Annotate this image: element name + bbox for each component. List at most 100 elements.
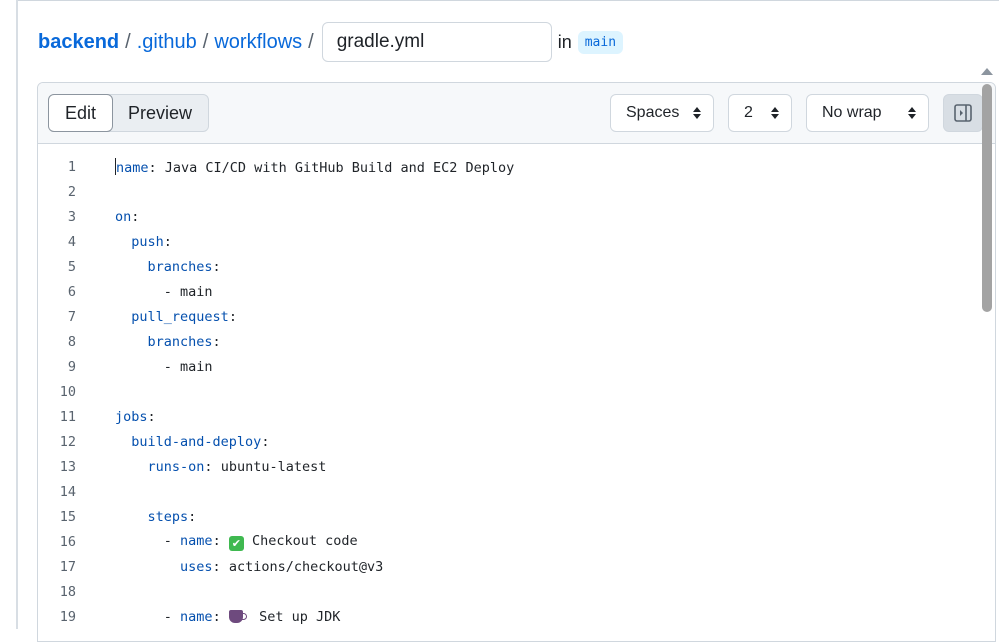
- code-line[interactable]: 14: [38, 479, 968, 504]
- line-number: 5: [67, 258, 76, 275]
- code-line[interactable]: 8 branches:: [38, 329, 968, 354]
- line-number: 17: [59, 558, 76, 575]
- editor-scrollbar[interactable]: [981, 68, 993, 568]
- select-arrows-icon: [693, 107, 701, 119]
- breadcrumb-repo-link[interactable]: backend: [38, 31, 119, 54]
- branch-in-label: in: [557, 31, 572, 52]
- select-arrows-icon: [908, 107, 916, 119]
- yaml-value: - main: [163, 283, 213, 300]
- scrollbar-thumb[interactable]: [982, 84, 992, 312]
- line-number: 12: [59, 433, 76, 450]
- line-number: 4: [67, 233, 76, 250]
- breadcrumb-github-folder-link[interactable]: .github: [137, 31, 197, 54]
- line-number: 18: [59, 583, 76, 600]
- code-text: push:: [115, 234, 172, 250]
- yaml-separator: :: [212, 608, 229, 625]
- edit-preview-tabs: Edit Preview: [48, 94, 210, 132]
- yaml-value: ubuntu-latest: [220, 458, 327, 475]
- yaml-separator: :: [147, 408, 156, 425]
- code-line[interactable]: 11 jobs:: [38, 404, 968, 429]
- line-number: 6: [67, 283, 76, 300]
- code-line[interactable]: 1 name: Java CI/CD with GitHub Build and …: [38, 154, 968, 179]
- breadcrumb: backend / .github / workflows / in main: [38, 22, 624, 62]
- line-number: 1: [67, 158, 76, 175]
- yaml-key: name: [180, 608, 213, 625]
- code-text: steps:: [115, 508, 197, 525]
- yaml-separator: :: [212, 333, 221, 350]
- line-number: 14: [59, 483, 76, 500]
- breadcrumb-separator: /: [308, 30, 314, 53]
- code-text: build-and-deploy:: [115, 434, 269, 450]
- code-line[interactable]: 5 branches:: [38, 254, 968, 279]
- code-text: - name: ✔ Checkout code: [115, 533, 358, 551]
- yaml-value: Checkout code: [251, 532, 358, 549]
- breadcrumb-separator: /: [125, 30, 131, 53]
- yaml-separator: :: [188, 508, 197, 525]
- line-number: 9: [67, 358, 76, 375]
- code-line[interactable]: 12 build-and-deploy:: [38, 429, 968, 454]
- yaml-value: actions/checkout@v3: [228, 558, 384, 575]
- code-line[interactable]: 17 uses: actions/checkout@v3: [38, 554, 968, 579]
- yaml-key: push: [131, 233, 164, 250]
- code-line[interactable]: 19 - name: Set up JDK: [38, 604, 968, 629]
- yaml-separator: :: [228, 308, 237, 325]
- yaml-value: - main: [163, 358, 213, 375]
- code-text: - main: [115, 359, 213, 375]
- page-top-border: [18, 0, 999, 1]
- code-text: runs-on: ubuntu-latest: [115, 458, 327, 475]
- toggle-panel-button[interactable]: [943, 94, 983, 132]
- code-line[interactable]: 6 - main: [38, 279, 968, 304]
- code-line[interactable]: 13 runs-on: ubuntu-latest: [38, 454, 968, 479]
- yaml-separator: :: [212, 258, 221, 275]
- yaml-separator: :: [212, 532, 229, 549]
- code-line[interactable]: 15 steps:: [38, 504, 968, 529]
- code-line[interactable]: 2: [38, 179, 968, 204]
- yaml-separator: :: [148, 159, 165, 176]
- filename-input[interactable]: [321, 22, 552, 62]
- branch-badge[interactable]: main: [577, 30, 624, 54]
- code-text: pull_request:: [115, 309, 237, 325]
- code-line[interactable]: 7 pull_request:: [38, 304, 968, 329]
- code-text: name: Java CI/CD with GitHub Build and E…: [115, 157, 514, 176]
- scroll-up-arrow-icon[interactable]: [981, 68, 993, 75]
- line-number: 19: [59, 608, 76, 625]
- list-dash: -: [163, 608, 181, 625]
- indent-mode-select[interactable]: Spaces: [610, 94, 714, 132]
- code-line[interactable]: 16 - name: ✔ Checkout code: [38, 529, 968, 554]
- code-line[interactable]: 10: [38, 379, 968, 404]
- breadcrumb-workflows-folder-link[interactable]: workflows: [214, 31, 302, 54]
- indent-mode-value: Spaces: [626, 104, 680, 121]
- line-number: 10: [59, 383, 76, 400]
- yaml-separator: :: [204, 458, 221, 475]
- code-lines[interactable]: 1 name: Java CI/CD with GitHub Build and …: [38, 144, 995, 641]
- line-number: 15: [59, 508, 76, 525]
- check-mark-icon: ✔: [228, 535, 244, 551]
- code-text: on:: [115, 209, 139, 225]
- code-text: uses: actions/checkout@v3: [115, 559, 383, 575]
- wrap-mode-select[interactable]: No wrap: [806, 94, 929, 132]
- tab-edit[interactable]: Edit: [48, 94, 114, 132]
- yaml-key: uses: [180, 558, 213, 575]
- code-line[interactable]: 9 - main: [38, 354, 968, 379]
- breadcrumb-separator: /: [202, 30, 209, 53]
- indent-size-value: 2: [744, 104, 753, 121]
- code-text: branches:: [115, 259, 221, 275]
- code-line[interactable]: 18: [38, 579, 968, 604]
- yaml-key: build-and-deploy: [131, 433, 262, 450]
- code-line[interactable]: 4 push:: [38, 229, 968, 254]
- yaml-key: name: [180, 532, 213, 549]
- line-number: 3: [67, 208, 76, 225]
- code-line[interactable]: 3 on:: [38, 204, 968, 229]
- code-text: jobs:: [115, 409, 156, 425]
- indent-size-select[interactable]: 2: [728, 94, 792, 132]
- tab-preview[interactable]: Preview: [112, 95, 208, 131]
